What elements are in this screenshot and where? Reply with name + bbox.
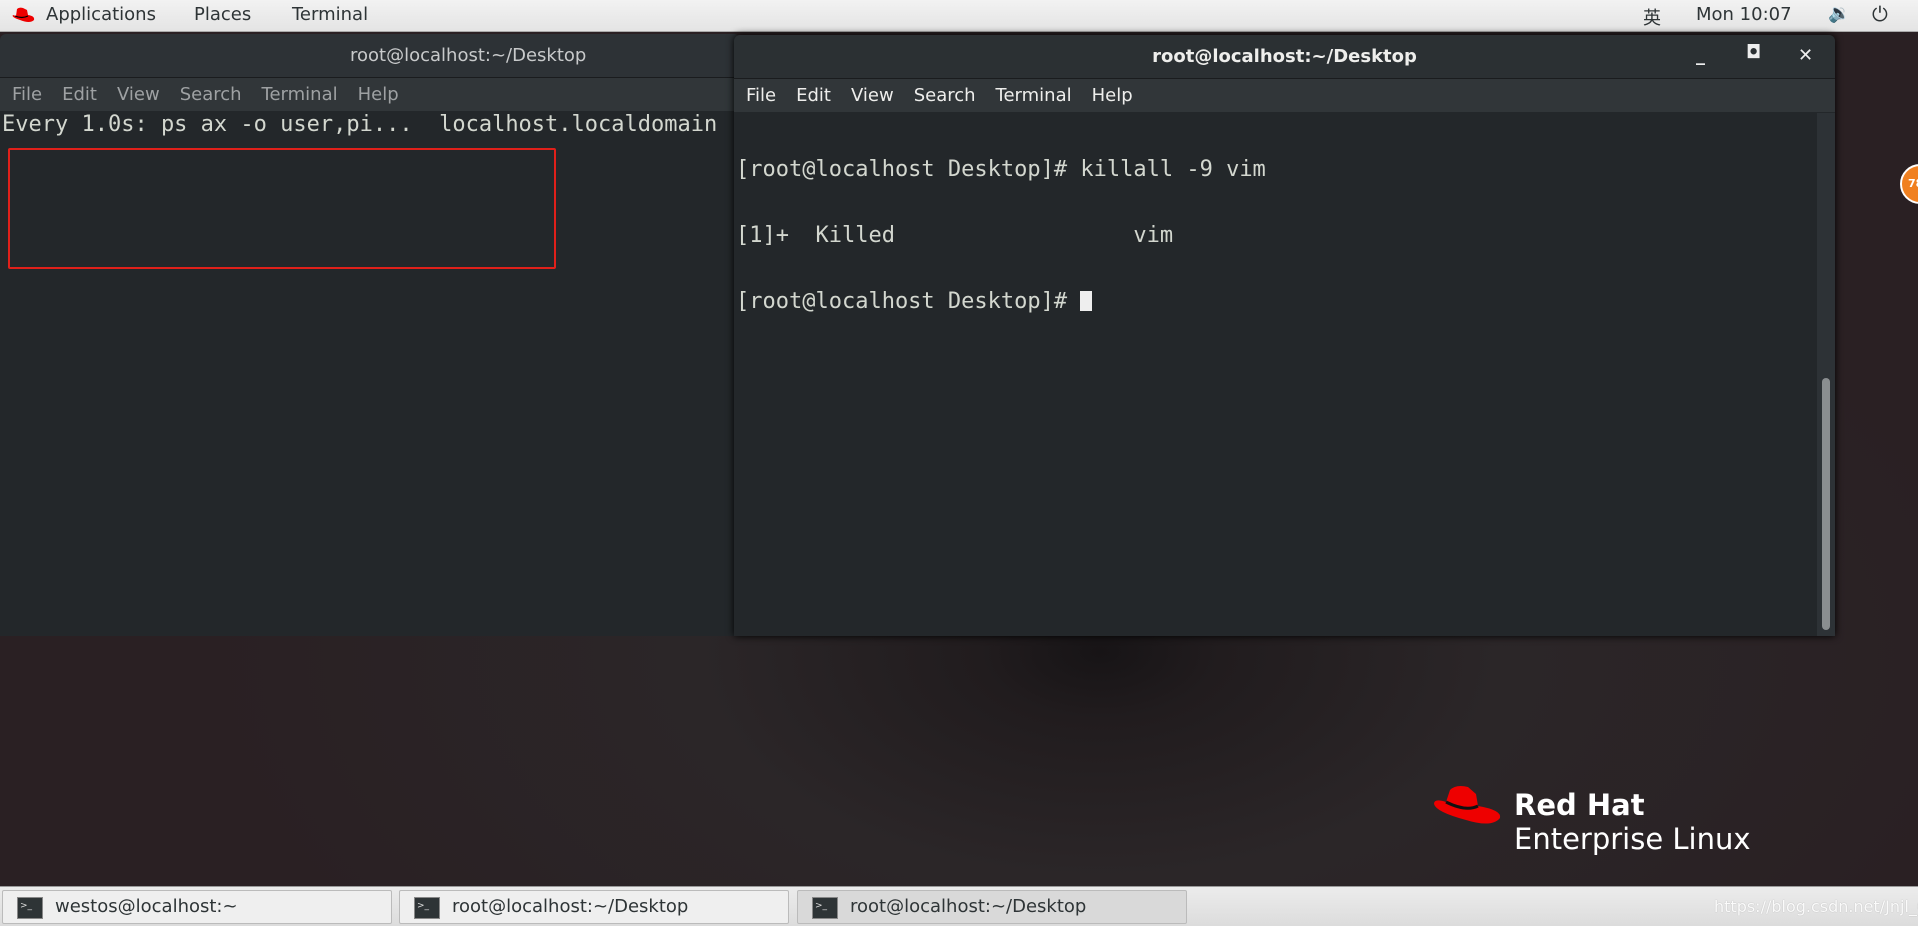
- input-method-indicator[interactable]: 英: [1643, 4, 1661, 30]
- terminal-prompt: [root@localhost Desktop]#: [736, 289, 1081, 314]
- menu-view[interactable]: View: [117, 84, 160, 105]
- terminal-line: Every 1.0s: ps ax -o user,pi... localhos…: [2, 112, 718, 137]
- menu-file[interactable]: File: [746, 85, 776, 106]
- taskbar: westos@localhost:~ root@localhost:~/Desk…: [0, 886, 1918, 926]
- menu-file[interactable]: File: [12, 84, 42, 105]
- menu-edit[interactable]: Edit: [796, 85, 831, 106]
- terminal-icon: [17, 890, 43, 922]
- volume-icon[interactable]: 🔉: [1828, 3, 1850, 24]
- logo-line1: Red Hat: [1514, 788, 1645, 822]
- places-menu[interactable]: Places: [194, 4, 251, 25]
- task-label: root@localhost:~/Desktop: [452, 896, 689, 917]
- terminal-icon: [812, 890, 838, 922]
- terminal-output[interactable]: Every 1.0s: ps ax -o user,pi... localhos…: [0, 111, 740, 139]
- menu-help[interactable]: Help: [1092, 85, 1133, 106]
- scrollbar-thumb[interactable]: [1822, 378, 1830, 630]
- terminal-line: [root@localhost Desktop]# killall -9 vim: [736, 157, 1266, 182]
- task-westos[interactable]: westos@localhost:~: [2, 890, 392, 924]
- menu-search[interactable]: Search: [180, 84, 242, 105]
- menu-bar: File Edit View Search Terminal Help: [734, 79, 1835, 112]
- task-label: root@localhost:~/Desktop: [850, 896, 1087, 917]
- terminal-app-menu[interactable]: Terminal: [292, 4, 368, 25]
- window-title: root@localhost:~/Desktop: [734, 35, 1835, 79]
- menu-help[interactable]: Help: [358, 84, 399, 105]
- menu-bar: File Edit View Search Terminal Help: [0, 78, 740, 111]
- applications-menu[interactable]: Applications: [46, 4, 156, 25]
- clock[interactable]: Mon 10:07: [1696, 4, 1792, 25]
- menu-terminal[interactable]: Terminal: [996, 85, 1072, 106]
- logo-line2: Enterprise Linux: [1514, 822, 1751, 856]
- redhat-hat-icon: [1434, 786, 1501, 824]
- minimize-button[interactable]: _: [1696, 45, 1705, 66]
- scrollbar[interactable]: [1817, 113, 1835, 636]
- menu-search[interactable]: Search: [914, 85, 976, 106]
- terminal-line: [1]+ Killed vim: [736, 223, 1174, 248]
- task-root-1[interactable]: root@localhost:~/Desktop: [399, 890, 789, 924]
- close-button[interactable]: ✕: [1798, 45, 1813, 66]
- top-panel: Applications Places Terminal 英 Mon 10:07…: [0, 0, 1918, 32]
- menu-terminal[interactable]: Terminal: [262, 84, 338, 105]
- cursor: [1080, 291, 1093, 311]
- terminal-window-right[interactable]: root@localhost:~/Desktop _ ◘ ✕ File Edit V…: [734, 35, 1835, 636]
- menu-view[interactable]: View: [851, 85, 894, 106]
- terminal-icon: [414, 890, 440, 922]
- terminal-window-left[interactable]: root@localhost:~/Desktop File Edit View Sea…: [0, 34, 740, 636]
- power-icon[interactable]: ⏻: [1872, 2, 1888, 26]
- maximize-button[interactable]: ◘: [1746, 42, 1761, 63]
- annotation-box: [8, 148, 556, 269]
- watermark: https://blog.csdn.net/Jnjl_G: [1714, 897, 1918, 916]
- task-root-2[interactable]: root@localhost:~/Desktop: [797, 890, 1187, 924]
- task-label: westos@localhost:~: [55, 896, 238, 917]
- terminal-output[interactable]: [root@localhost Desktop]# killall -9 vim…: [734, 112, 1835, 360]
- menu-edit[interactable]: Edit: [62, 84, 97, 105]
- window-title: root@localhost:~/Desktop: [0, 34, 740, 78]
- redhat-icon: [12, 7, 35, 23]
